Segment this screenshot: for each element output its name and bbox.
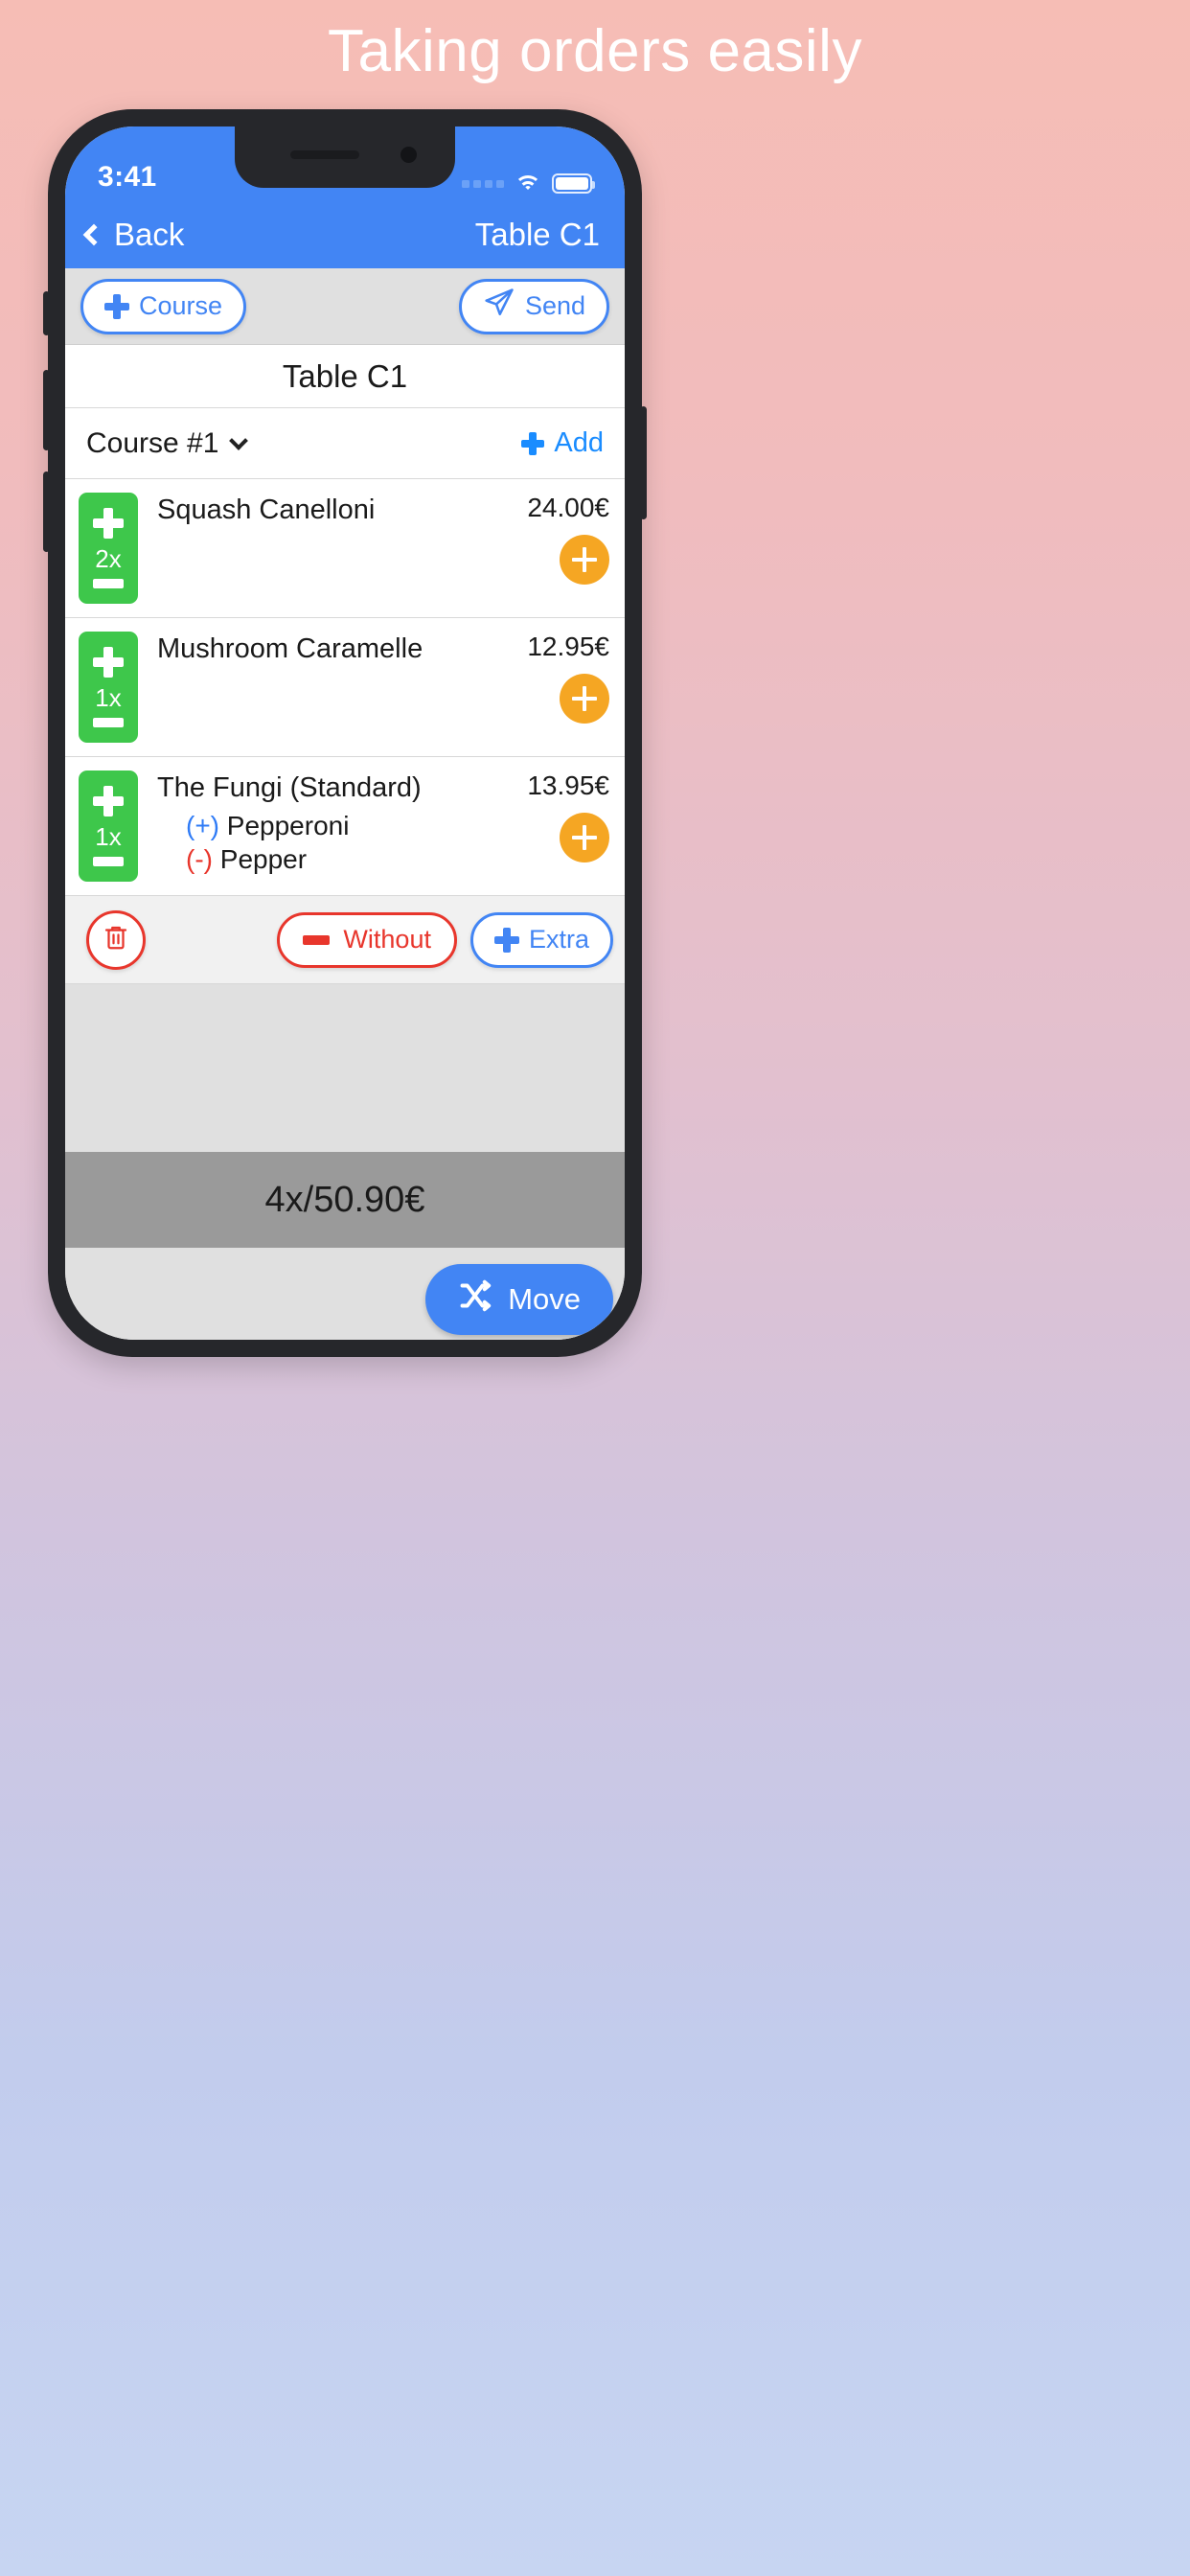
wifi-icon (515, 173, 541, 194)
without-modifier-label: Without (343, 925, 431, 954)
delete-item-button[interactable] (86, 909, 146, 970)
order-item-body: Mushroom Caramelle (138, 632, 481, 743)
modifier-text: Pepper (219, 844, 308, 875)
quantity-stepper[interactable]: 1x (79, 770, 138, 882)
modifier-sign: (-) (186, 844, 213, 875)
plus-icon (493, 927, 519, 953)
decrement-icon[interactable] (93, 718, 124, 727)
quantity-stepper[interactable]: 1x (79, 632, 138, 743)
status-time: 3:41 (98, 161, 157, 193)
order-item-price: 24.00€ (527, 493, 609, 522)
chevron-down-icon (229, 430, 249, 450)
phone-notch (235, 126, 455, 188)
move-action-bar: Move (65, 1248, 625, 1340)
add-modifier-button[interactable] (560, 535, 609, 585)
minus-icon (303, 934, 331, 945)
extra-modifier-button[interactable]: Extra (469, 911, 613, 968)
course-header-row: Course #1 Add (65, 408, 625, 479)
table-title: Table C1 (65, 345, 625, 408)
phone-mockup: 3:41 Back Table C1 Course Send Table C1 … (43, 109, 1140, 1357)
order-item-right: 24.00€ (481, 493, 625, 604)
back-button-label: Back (114, 217, 185, 252)
paper-plane-icon (483, 287, 515, 326)
chevron-left-icon (82, 223, 105, 246)
add-course-button[interactable]: Course (80, 278, 247, 334)
order-total-bar: 4x/50.90€ (65, 1152, 625, 1248)
order-item-name: Squash Canelloni (157, 494, 376, 525)
mute-switch-button[interactable] (43, 291, 50, 335)
trash-icon (102, 923, 130, 956)
decrement-icon[interactable] (93, 857, 124, 866)
battery-full-icon (552, 173, 595, 194)
order-item-price: 12.95€ (527, 632, 609, 661)
quantity-label: 1x (95, 821, 122, 851)
order-item-right: 13.95€ (481, 770, 625, 882)
add-modifier-button[interactable] (560, 674, 609, 724)
promo-headline: Taking orders easily (328, 18, 862, 84)
front-camera-icon (400, 147, 417, 163)
order-item-row[interactable]: 2x Squash Canelloni 24.00€ (65, 479, 625, 618)
empty-list-area (65, 984, 625, 1152)
without-modifier-button[interactable]: Without (277, 911, 457, 968)
send-order-label: Send (524, 291, 585, 320)
move-button[interactable]: Move (425, 1263, 613, 1335)
signal-dots-icon (462, 179, 504, 188)
volume-up-button[interactable] (43, 370, 50, 450)
decrement-icon[interactable] (93, 579, 124, 588)
move-button-label: Move (508, 1281, 581, 1316)
nav-title: Table C1 (474, 217, 600, 252)
add-modifier-button[interactable] (560, 813, 609, 862)
modifier-line: (-) Pepper (186, 842, 481, 876)
order-item-row[interactable]: 1x Mushroom Caramelle 12.95€ (65, 618, 625, 757)
add-course-label: Course (139, 291, 223, 320)
increment-icon[interactable] (93, 647, 124, 678)
quantity-label: 1x (95, 682, 122, 712)
phone-body: 3:41 Back Table C1 Course Send Table C1 … (43, 109, 647, 1357)
order-item-name: Mushroom Caramelle (157, 633, 423, 664)
extra-modifier-label: Extra (528, 925, 589, 954)
quantity-label: 2x (95, 543, 122, 573)
send-order-button[interactable]: Send (458, 278, 609, 334)
navigation-bar: Back Table C1 (65, 201, 625, 268)
plus-icon (104, 293, 129, 319)
order-item-body: Squash Canelloni (138, 493, 481, 604)
course-selector[interactable]: Course #1 (86, 426, 249, 460)
increment-icon[interactable] (93, 508, 124, 539)
order-item-body: The Fungi (Standard) (+) Pepperoni (-) P… (138, 770, 481, 882)
add-item-button[interactable]: Add (521, 427, 604, 459)
modifier-action-bar: Without Extra (65, 896, 625, 984)
order-item-name: The Fungi (Standard) (157, 772, 422, 803)
shuffle-icon (458, 1278, 492, 1321)
status-indicators (462, 173, 595, 194)
order-item-right: 12.95€ (481, 632, 625, 743)
quantity-stepper[interactable]: 2x (79, 493, 138, 604)
modifier-buttons: Without Extra (277, 911, 613, 968)
course-selector-label: Course #1 (86, 426, 219, 459)
modifier-sign: (+) (186, 811, 219, 841)
add-item-label: Add (554, 427, 604, 458)
action-toolbar: Course Send (65, 268, 625, 345)
modifier-line: (+) Pepperoni (186, 809, 481, 842)
order-item-price: 13.95€ (527, 770, 609, 800)
phone-screen: 3:41 Back Table C1 Course Send Table C1 … (65, 126, 625, 1340)
increment-icon[interactable] (93, 786, 124, 816)
modifier-text: Pepperoni (226, 811, 350, 841)
volume-down-button[interactable] (43, 472, 50, 552)
order-item-row[interactable]: 1x The Fungi (Standard) (+) Pepperoni (-… (65, 757, 625, 896)
plus-icon (521, 431, 545, 455)
back-button[interactable]: Back (82, 217, 185, 253)
order-item-modifiers: (+) Pepperoni (-) Pepper (157, 809, 481, 876)
power-button[interactable] (640, 406, 647, 519)
earpiece-speaker-icon (290, 150, 359, 159)
